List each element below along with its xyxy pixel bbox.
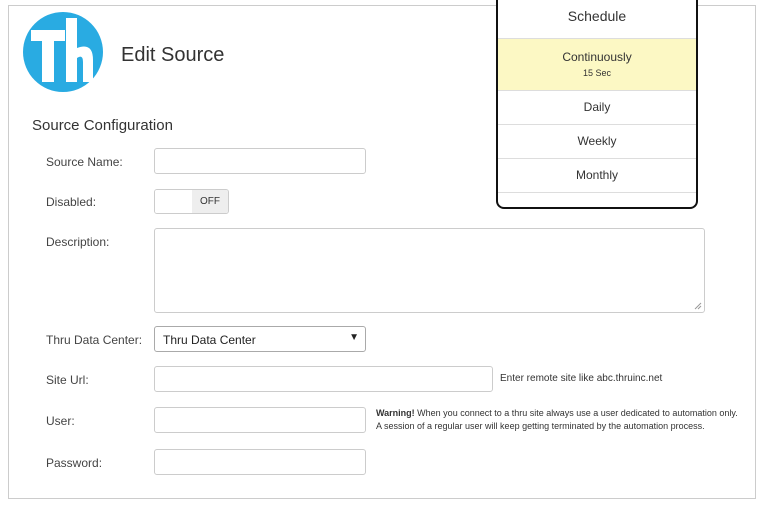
thru-logo-icon [23,12,103,92]
user-input[interactable] [154,407,366,433]
toggle-off-label: OFF [192,190,228,213]
password-input[interactable] [154,449,366,475]
site-url-input[interactable] [154,366,493,392]
schedule-interval: 15 Sec [582,68,612,78]
page-title: Edit Source [121,44,225,66]
site-url-label: Site Url: [46,373,89,387]
source-name-input[interactable] [154,148,366,174]
schedule-option-continuously[interactable]: Continuously 15 Sec [498,39,696,91]
dropdown-arrow-icon: ▼ [349,332,359,343]
data-center-select[interactable]: Thru Data Center ▼ [154,326,366,352]
user-label: User: [46,414,75,428]
schedule-option-label: Continuously [562,50,632,64]
description-label: Description: [46,235,110,249]
site-url-hint: Enter remote site like abc.thruinc.net [500,373,663,384]
warning-line-2: A session of a regular user will keep ge… [376,421,705,431]
data-center-label: Thru Data Center: [46,333,143,347]
toggle-knob[interactable] [155,190,192,213]
schedule-option-weekly[interactable]: Weekly [498,125,696,159]
password-label: Password: [46,456,103,470]
user-warning: Warning! When you connect to a thru site… [376,407,756,433]
disabled-label: Disabled: [46,195,97,209]
description-textarea[interactable] [154,228,705,313]
schedule-option-monthly[interactable]: Monthly [498,159,696,193]
data-center-value: Thru Data Center [163,333,256,347]
source-name-label: Source Name: [46,155,123,169]
schedule-option-daily[interactable]: Daily [498,91,696,125]
warning-title: Warning! [376,408,415,418]
warning-line-1: When you connect to a thru site always u… [414,408,738,418]
schedule-title: Schedule [498,0,696,39]
resize-handle-icon[interactable] [694,302,702,310]
schedule-panel: Schedule Continuously 15 Sec Daily Weekl… [496,0,698,209]
disabled-toggle[interactable]: OFF [154,189,229,214]
section-title: Source Configuration [32,117,173,134]
